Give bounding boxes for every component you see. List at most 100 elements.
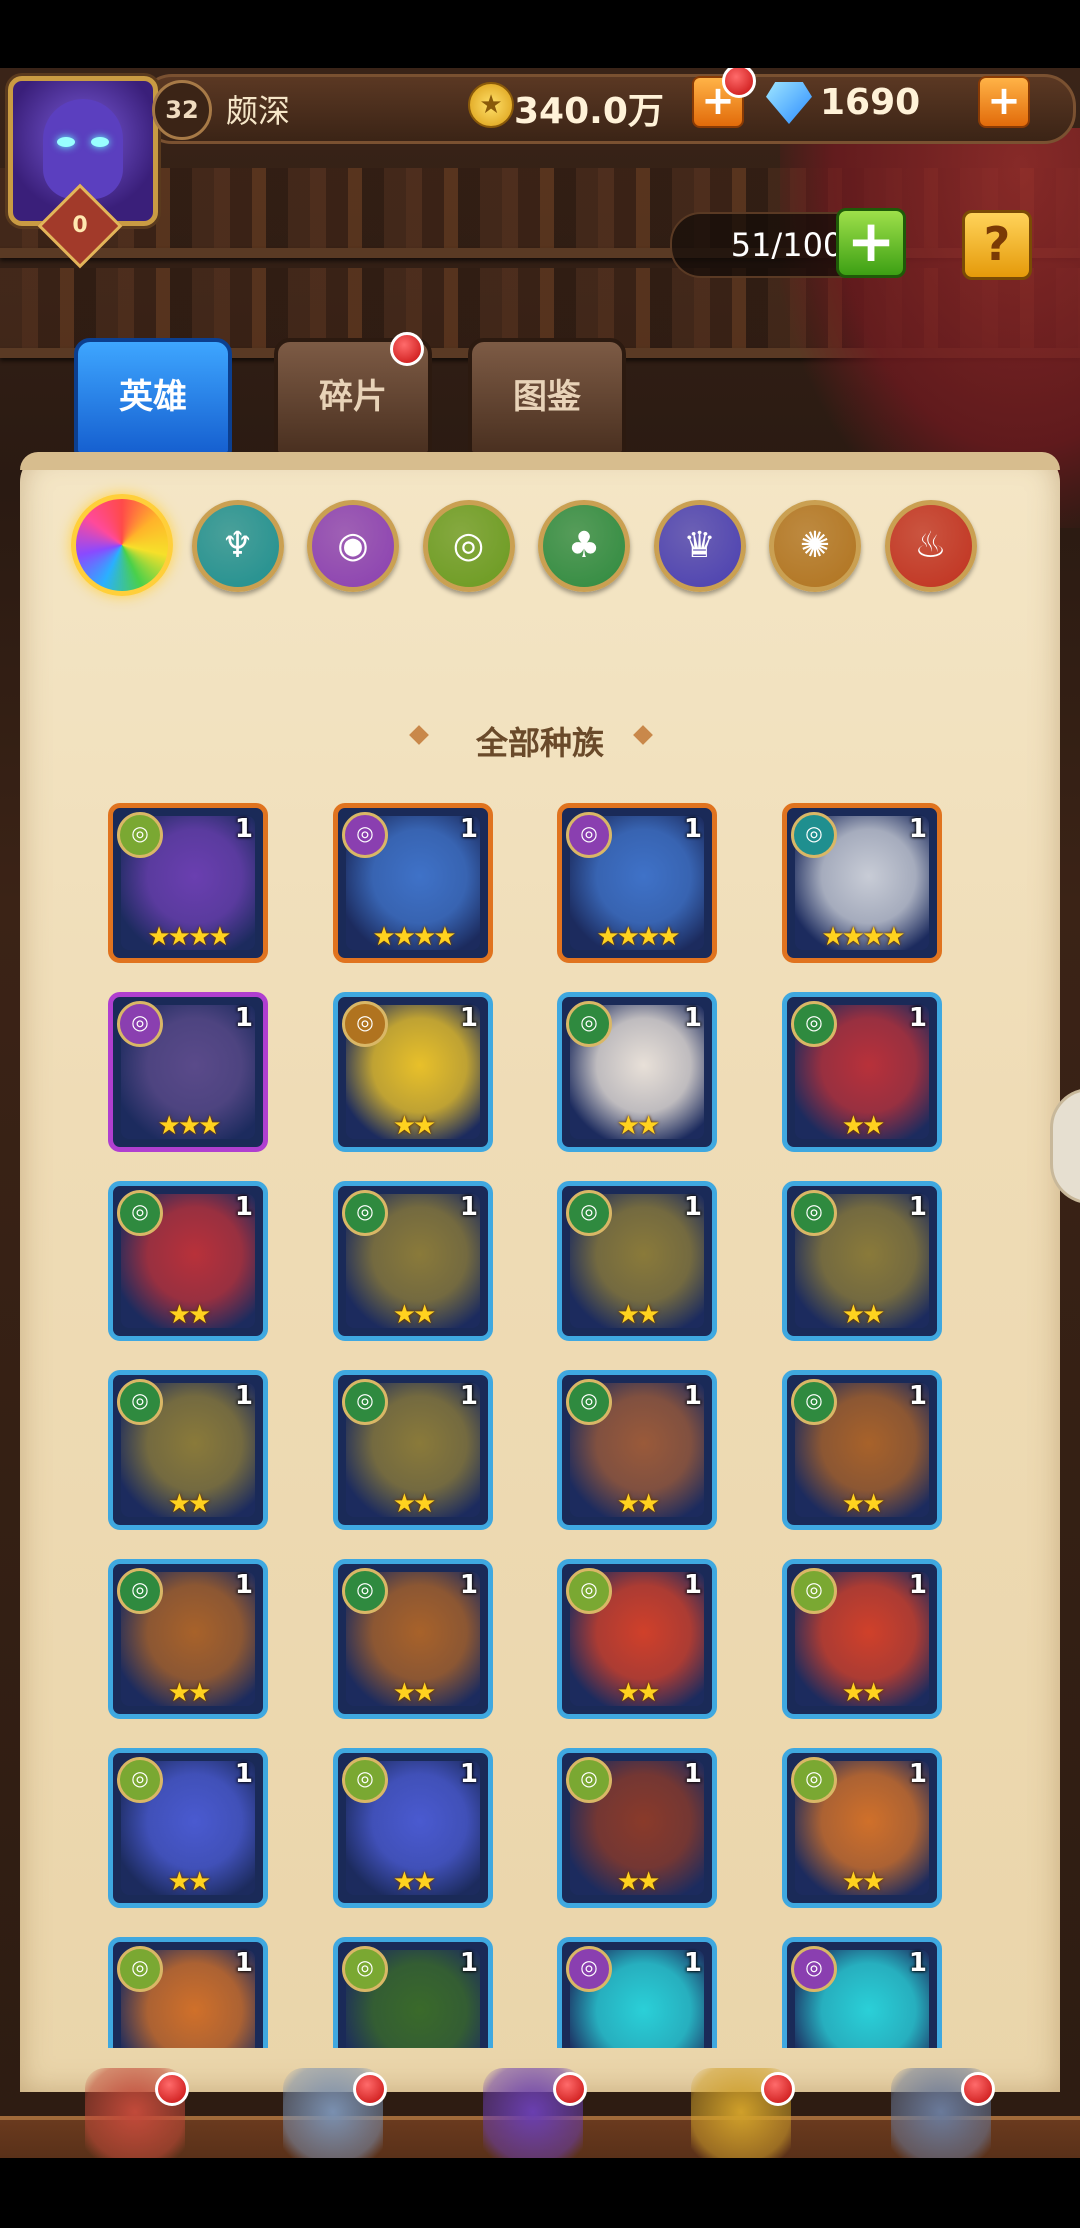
nav-hero[interactable]: 英雄 — [253, 2058, 413, 2158]
faction-filter-fire[interactable]: ♨ — [884, 500, 977, 592]
hero-card[interactable]: ◎ 1 ★★ — [782, 1748, 942, 1908]
tab-codex[interactable]: 图鉴 — [468, 338, 626, 456]
help-button[interactable]: ? — [962, 210, 1032, 280]
hero-card[interactable]: ◎ 1 ★★ — [108, 1181, 268, 1341]
hero-card[interactable]: ◎ 1 ★★★★ — [782, 803, 942, 963]
hero-card[interactable]: ◎ 1 — [782, 1937, 942, 2048]
faction-filter-fortress[interactable]: ♆ — [191, 500, 284, 592]
faction-icon: ◎ — [566, 1001, 612, 1047]
game-screen: 0 32 颇深 ★ 340.0万 + 1690 + 51/100 + ? 碎片 … — [0, 68, 1080, 2158]
star-rating: ★★ — [616, 1867, 661, 1897]
race-filter-title: 全部种族 — [475, 724, 604, 762]
abyss-icon: ◉ — [337, 525, 369, 566]
faction-icon: ◎ — [117, 1757, 163, 1803]
hero-card[interactable]: ◎ 1 — [557, 1937, 717, 2048]
star-rating: ★★★★ — [821, 922, 905, 952]
faction-icon: ◎ — [566, 1946, 612, 1992]
expand-capacity-button[interactable]: + — [836, 208, 906, 278]
hero-card[interactable]: ◎ 1 ★★ — [108, 1559, 268, 1719]
hero-card[interactable]: ◎ 1 ★★★★ — [333, 803, 493, 963]
faction-filter-dark[interactable]: ♛ — [653, 500, 746, 592]
faction-icon: ◎ — [342, 1757, 388, 1803]
hero-card[interactable]: ◎ 1 ★★ — [108, 1370, 268, 1530]
hero-count: 1 — [683, 1570, 702, 1600]
faction-filter-abyss[interactable]: ◉ — [307, 500, 399, 592]
hero-card[interactable]: ◎ 1 ★★★★ — [557, 803, 717, 963]
faction-icon: ◎ — [117, 1379, 163, 1425]
hero-card[interactable]: ◎ 1 ★★ — [333, 1370, 493, 1530]
faction-icon: ◎ — [791, 1190, 837, 1236]
hero-card[interactable]: ◎ 1 ★★ — [782, 992, 942, 1152]
faction-icon: ◎ — [342, 812, 388, 858]
nav-guild[interactable]: 公会 — [861, 2058, 1021, 2158]
hero-card[interactable]: ◎ 1 ★★ — [557, 1559, 717, 1719]
hero-card[interactable]: ◎ 1 ★★ — [333, 1748, 493, 1908]
faction-filter-shadow[interactable]: ♣ — [538, 500, 630, 592]
hero-card[interactable]: ◎ 1 ★★ — [782, 1559, 942, 1719]
hero-count: 1 — [459, 1003, 478, 1033]
gold-coin-icon: ★ — [468, 82, 514, 128]
hero-card[interactable]: ◎ 1 ★★ — [782, 1181, 942, 1341]
hero-card[interactable]: ◎ 1 ★★ — [557, 1370, 717, 1530]
faction-filter-light[interactable]: ✺ — [769, 500, 861, 592]
star-rating: ★★ — [167, 1489, 212, 1519]
hero-count: 1 — [234, 1192, 253, 1222]
faction-icon: ◎ — [566, 1757, 612, 1803]
faction-icon: ◎ — [117, 812, 163, 858]
gem-amount: 1690 — [820, 82, 921, 123]
faction-icon: ◎ — [342, 1001, 388, 1047]
hero-card[interactable]: ◎ 1 — [333, 1937, 493, 2048]
hero-count: 1 — [683, 1948, 702, 1978]
star-rating: ★★ — [841, 1867, 886, 1897]
star-rating: ★★ — [616, 1300, 661, 1330]
light-icon: ✺ — [799, 525, 831, 566]
nav-portal[interactable]: 探险 — [453, 2058, 613, 2158]
notification-dot — [553, 2072, 587, 2106]
hero-card[interactable]: ◎ 1 ★★ — [557, 1181, 717, 1341]
faction-icon: ◎ — [566, 1568, 612, 1614]
tab-heroes[interactable]: 英雄 — [74, 338, 232, 456]
hero-card[interactable]: ◎ 1 ★★ — [782, 1370, 942, 1530]
hero-count: 1 — [234, 1381, 253, 1411]
add-gems-button[interactable]: + — [978, 76, 1030, 128]
hero-card[interactable]: ◎ 1 ★★ — [333, 1181, 493, 1341]
hero-count: 1 — [908, 1381, 927, 1411]
faction-icon: ◎ — [342, 1946, 388, 1992]
faction-icon: ◎ — [791, 1946, 837, 1992]
hero-count: 1 — [683, 1381, 702, 1411]
faction-icon: ◎ — [566, 1190, 612, 1236]
notification-dot — [353, 2072, 387, 2106]
faction-filter-forest[interactable]: ◎ — [422, 500, 515, 592]
star-rating: ★★ — [167, 1867, 212, 1897]
hero-card[interactable]: ◎ 1 — [108, 1937, 268, 2048]
hero-card[interactable]: ◎ 1 ★★ — [333, 1559, 493, 1719]
faction-icon: ◎ — [342, 1568, 388, 1614]
faction-icon: ◎ — [791, 1757, 837, 1803]
faction-icon: ◎ — [791, 812, 837, 858]
hero-card[interactable]: ◎ 1 ★★ — [557, 992, 717, 1152]
hero-count: 1 — [234, 1003, 253, 1033]
hero-card[interactable]: ◎ 1 ★★★ — [108, 992, 268, 1152]
faction-icon: ◎ — [342, 1190, 388, 1236]
hero-card[interactable]: ◎ 1 ★★ — [333, 992, 493, 1152]
hero-count: 1 — [908, 1570, 927, 1600]
gold-amount: 340.0万 — [514, 91, 664, 132]
faction-icon: ◎ — [342, 1379, 388, 1425]
hero-count: 1 — [908, 1192, 927, 1222]
faction-filter-all[interactable] — [71, 494, 173, 596]
nav-backpack[interactable]: 背包 — [661, 2058, 821, 2158]
hero-count: 1 — [683, 1003, 702, 1033]
nav-castle[interactable]: 主城 — [55, 2058, 215, 2158]
star-rating: ★★★★ — [596, 922, 680, 952]
hero-count: 1 — [234, 1948, 253, 1978]
hero-count: 1 — [234, 1570, 253, 1600]
faction-icon: ◎ — [566, 812, 612, 858]
vip-level: 0 — [72, 213, 88, 238]
faction-icon: ◎ — [117, 1001, 163, 1047]
star-rating: ★★ — [841, 1300, 886, 1330]
forest-icon: ◎ — [452, 525, 485, 566]
notification-dot — [155, 2072, 189, 2106]
hero-card[interactable]: ◎ 1 ★★★★ — [108, 803, 268, 963]
hero-card[interactable]: ◎ 1 ★★ — [108, 1748, 268, 1908]
hero-card[interactable]: ◎ 1 ★★ — [557, 1748, 717, 1908]
